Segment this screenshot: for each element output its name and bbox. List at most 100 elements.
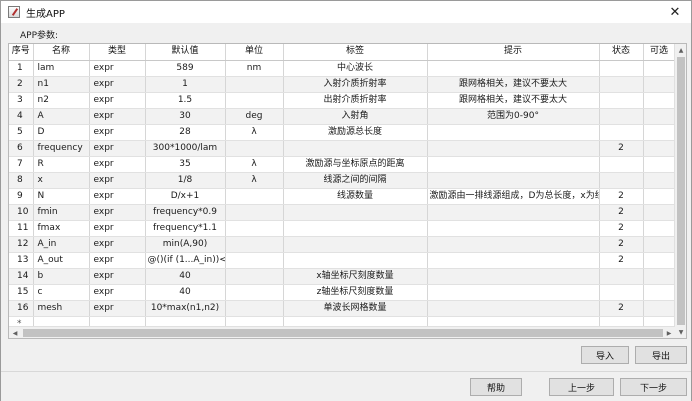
cell-hint[interactable] — [427, 268, 600, 285]
cell-name[interactable]: R — [33, 156, 90, 173]
cell-type[interactable]: expr — [89, 60, 146, 77]
cell-unit[interactable] — [225, 76, 284, 93]
cell-optional[interactable] — [643, 92, 676, 109]
cell-name[interactable]: c — [33, 284, 90, 301]
help-button[interactable]: 帮助 — [470, 378, 522, 396]
cell-default-value[interactable]: min(A,90) — [145, 236, 226, 253]
cell-hint[interactable] — [427, 172, 600, 189]
import-button[interactable]: 导入 — [581, 346, 629, 364]
cell-hint[interactable] — [427, 140, 600, 157]
cell-name[interactable]: lam — [33, 60, 90, 77]
cell-label[interactable]: z轴坐标尺刻度数量 — [283, 284, 428, 301]
cell-optional[interactable] — [643, 284, 676, 301]
cell-index[interactable]: 4 — [9, 108, 34, 125]
table-row[interactable]: 1 lam expr 589 nm 中心波长 — [9, 60, 676, 77]
cell-status[interactable] — [599, 108, 644, 125]
cell-hint[interactable] — [427, 60, 600, 77]
cell-default-value[interactable]: 28 — [145, 124, 226, 141]
cell-type[interactable]: expr — [89, 284, 146, 301]
cell-optional[interactable] — [643, 204, 676, 221]
cell-label[interactable]: 入射介质折射率 — [283, 76, 428, 93]
cell-status[interactable]: 2 — [599, 140, 644, 157]
col-header-optional[interactable]: 可选 — [643, 44, 676, 61]
cell-unit[interactable] — [225, 300, 284, 317]
cell-index[interactable]: 12 — [9, 236, 34, 253]
col-header-default[interactable]: 默认值 — [145, 44, 226, 61]
cell-type[interactable]: expr — [89, 156, 146, 173]
cell-hint[interactable]: 范围为0-90° — [427, 108, 600, 125]
cell-label[interactable]: 中心波长 — [283, 60, 428, 77]
table-row[interactable]: 12 A_in expr min(A,90) 2 — [9, 236, 676, 253]
cell-default-value[interactable]: 35 — [145, 156, 226, 173]
cell-hint[interactable] — [427, 284, 600, 301]
cell-default-value[interactable]: 1/8 — [145, 172, 226, 189]
cell-hint[interactable] — [427, 252, 600, 269]
cell-optional[interactable] — [643, 124, 676, 141]
table-row[interactable]: 6 frequency expr 300*1000/lam 2 — [9, 140, 676, 157]
table-row[interactable]: 4 Aexpr 30 deg 入射角 范围为0-90° — [9, 108, 676, 125]
arrow-left-icon[interactable]: ◀ — [9, 327, 21, 338]
cell-optional[interactable] — [643, 300, 676, 317]
cell-label[interactable]: 激励源与坐标原点的距离 — [283, 156, 428, 173]
cell-index[interactable]: 10 — [9, 204, 34, 221]
cell-default-value[interactable]: 10*max(n1,n2) — [145, 300, 226, 317]
cell-hint[interactable] — [427, 124, 600, 141]
cell-status[interactable] — [599, 268, 644, 285]
cell-name[interactable]: N — [33, 188, 90, 205]
cell-label[interactable]: 单波长网格数量 — [283, 300, 428, 317]
cell-unit[interactable] — [225, 188, 284, 205]
cell-unit[interactable] — [225, 236, 284, 253]
cell-unit[interactable] — [225, 92, 284, 109]
col-header-hint[interactable]: 提示 — [427, 44, 600, 61]
next-step-button[interactable]: 下一步 — [620, 378, 687, 396]
cell-index[interactable]: 2 — [9, 76, 34, 93]
cell-status[interactable]: 2 — [599, 220, 644, 237]
cell-label[interactable]: 线源数量 — [283, 188, 428, 205]
arrow-down-icon[interactable]: ▼ — [675, 326, 686, 338]
cell-index[interactable]: 3 — [9, 92, 34, 109]
cell-optional[interactable] — [643, 140, 676, 157]
cell-type[interactable]: expr — [89, 76, 146, 93]
cell-optional[interactable] — [643, 172, 676, 189]
col-header-name[interactable]: 名称 — [33, 44, 90, 61]
cell-unit[interactable] — [225, 220, 284, 237]
cell-index[interactable]: 11 — [9, 220, 34, 237]
cell-index[interactable]: 6 — [9, 140, 34, 157]
cell-label[interactable] — [283, 204, 428, 221]
cell-status[interactable] — [599, 124, 644, 141]
cell-type[interactable]: expr — [89, 188, 146, 205]
cell-type[interactable]: expr — [89, 124, 146, 141]
cell-label[interactable] — [283, 252, 428, 269]
table-row[interactable]: 14 b expr 40 x轴坐标尺刻度数量 — [9, 268, 676, 285]
cell-type[interactable]: expr — [89, 92, 146, 109]
cell-default-value[interactable]: D/x+1 — [145, 188, 226, 205]
cell-optional[interactable] — [643, 60, 676, 77]
cell-label[interactable]: x轴坐标尺刻度数量 — [283, 268, 428, 285]
table-row[interactable]: 9NexprD/x+1 线源数量激励源由一排线源组成，D为总长度，x为线源间距2 — [9, 188, 676, 205]
cell-optional[interactable] — [643, 156, 676, 173]
table-row[interactable]: 15 c expr 40 z轴坐标尺刻度数量 — [9, 284, 676, 301]
cell-unit[interactable]: deg — [225, 108, 284, 125]
col-header-label[interactable]: 标签 — [283, 44, 428, 61]
cell-index[interactable]: 1 — [9, 60, 34, 77]
cell-name[interactable]: A_out — [33, 252, 90, 269]
cell-index[interactable]: 5 — [9, 124, 34, 141]
cell-label[interactable] — [283, 236, 428, 253]
cell-name[interactable]: A — [33, 108, 90, 125]
cell-name[interactable]: frequency — [33, 140, 90, 157]
cell-hint[interactable]: 跟网格相关，建议不要太大 — [427, 92, 600, 109]
cell-optional[interactable] — [643, 220, 676, 237]
cell-optional[interactable] — [643, 268, 676, 285]
cell-unit[interactable] — [225, 204, 284, 221]
cell-optional[interactable] — [643, 252, 676, 269]
cell-default-value[interactable]: @()(if (1...A_in))<90) — [145, 252, 226, 269]
cell-unit[interactable]: λ — [225, 124, 284, 141]
cell-type[interactable]: expr — [89, 252, 146, 269]
cell-hint[interactable] — [427, 236, 600, 253]
cell-name[interactable]: n1 — [33, 76, 90, 93]
cell-type[interactable]: expr — [89, 300, 146, 317]
cell-status[interactable]: 2 — [599, 236, 644, 253]
cell-unit[interactable]: nm — [225, 60, 284, 77]
cell-index[interactable]: 14 — [9, 268, 34, 285]
cell-hint[interactable]: 激励源由一排线源组成，D为总长度，x为线源间距 — [427, 188, 600, 205]
